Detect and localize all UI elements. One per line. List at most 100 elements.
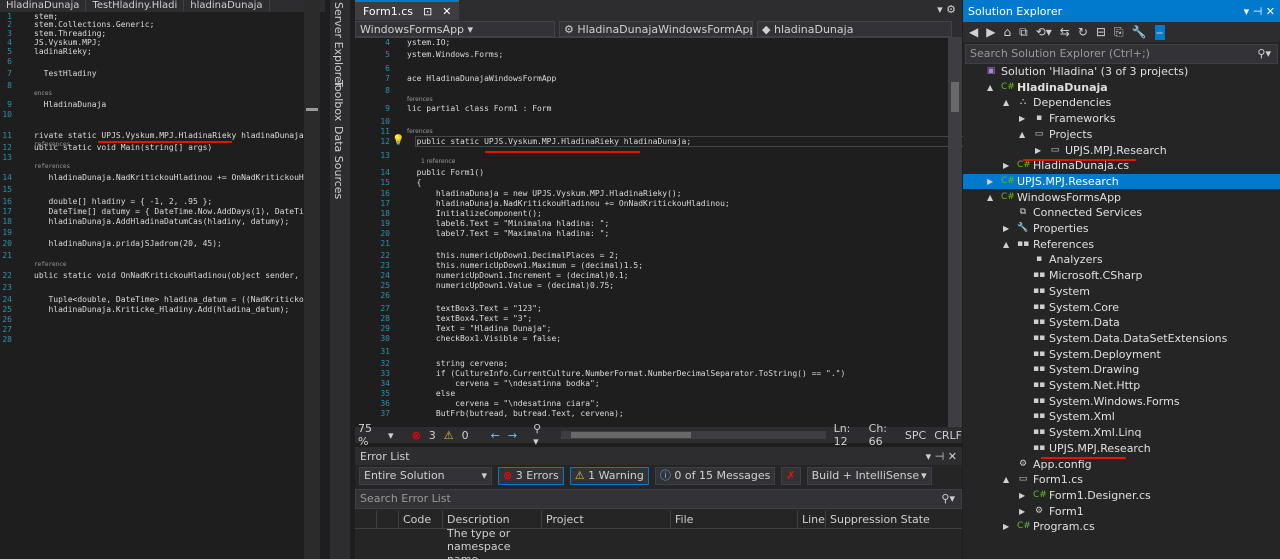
tree-item[interactable]: ▲ C# HladinaDunaja xyxy=(963,80,1280,95)
warnings-filter-button[interactable]: ⚠ 1 Warning xyxy=(569,467,649,485)
code-line[interactable]: double[] hladiny = { -1, 2, .95 }; xyxy=(34,197,212,206)
codelens-reference[interactable]: ferences xyxy=(407,96,433,103)
tree-item[interactable]: ▶ ▪ Frameworks xyxy=(963,111,1280,126)
left-nav-class[interactable]: TestHladiny.Hladi xyxy=(86,0,185,12)
collapse-all-icon[interactable]: ⊟ xyxy=(1096,25,1106,39)
tree-item[interactable]: ▪▪ System.Data.DataSetExtensions xyxy=(963,331,1280,346)
solution-explorer-search[interactable]: Search Solution Explorer (Ctrl+;) ⚲▾ xyxy=(965,44,1278,64)
tree-item[interactable]: ▲ ▪▪ References xyxy=(963,237,1280,252)
zoom-level[interactable]: 75 % xyxy=(358,422,380,448)
code-line[interactable]: 15 { xyxy=(355,178,945,189)
preview-icon[interactable]: ⎯ xyxy=(1154,24,1165,40)
left-nav-project[interactable]: HladinaDunaja xyxy=(0,0,87,12)
error-count-icon[interactable]: ⊗ xyxy=(412,429,421,442)
warning-count-icon[interactable]: ⚠ xyxy=(444,429,454,442)
tree-item[interactable]: ▪▪ Microsoft.CSharp xyxy=(963,268,1280,283)
code-line[interactable]: hladinaDunaja.Kriticke_Hladiny.Add(hladi… xyxy=(34,305,289,314)
editor-vertical-scrollbar[interactable] xyxy=(948,38,962,427)
expand-arrow-icon[interactable]: ▲ xyxy=(1003,95,1013,110)
panel-controls-icon[interactable]: ▾ ⊣ ✕ xyxy=(926,450,957,463)
code-line[interactable]: JS.Vyskum.MPJ; xyxy=(34,38,101,47)
codelens-reference[interactable]: ences xyxy=(34,90,52,97)
code-line[interactable]: 26 xyxy=(355,291,945,302)
code-line[interactable]: 8 xyxy=(355,86,945,97)
code-line[interactable]: stem.Collections.Generic; xyxy=(34,20,154,29)
col-line[interactable]: Line xyxy=(798,511,826,528)
back-icon[interactable]: ◀ xyxy=(969,25,978,39)
tree-item[interactable]: ▪▪ System.Deployment xyxy=(963,347,1280,362)
nav-back-icon[interactable]: ← xyxy=(491,429,500,442)
code-line[interactable]: TestHladiny xyxy=(34,69,97,78)
col-description[interactable]: Description xyxy=(443,511,542,528)
expand-arrow-icon[interactable]: ▶ xyxy=(1019,111,1029,126)
code-line[interactable]: ublic static void OnNadKritickouHladinou… xyxy=(34,271,318,280)
code-line[interactable]: hladinaDunaja.AddHladinaDatumCas(hladiny… xyxy=(34,217,289,226)
code-line[interactable]: 30 checkBox1.Visible = false; xyxy=(355,334,945,345)
left-code-editor[interactable]: HladinaDunaja TestHladiny.Hladi hladinaD… xyxy=(0,0,325,559)
server-explorer-tab[interactable]: Server Explorer xyxy=(332,2,345,87)
sync-icon[interactable]: ⇆ xyxy=(1060,25,1070,39)
tree-item[interactable]: ▶ C# Form1.Designer.cs xyxy=(963,488,1280,503)
tree-item[interactable]: ▪▪ System.Xml.Linq xyxy=(963,425,1280,440)
code-line[interactable]: hladinaDunaja.pridajSJadrom(20, 45); xyxy=(34,239,221,248)
code-line[interactable]: ladinaRieky; xyxy=(34,47,92,56)
tree-item[interactable]: ▪▪ System xyxy=(963,284,1280,299)
tab-overflow-icon[interactable]: ▾ ⚙ xyxy=(931,0,962,20)
codelens-reference[interactable]: 1 reference xyxy=(421,158,455,165)
tree-item[interactable]: ▲ ▭ Projects xyxy=(963,127,1280,142)
code-line[interactable]: HladinaDunaja xyxy=(34,100,107,109)
close-icon[interactable]: ✕ xyxy=(442,2,451,20)
errors-filter-button[interactable]: ⊗ 3 Errors xyxy=(498,467,564,485)
build-source-dropdown[interactable]: Build + IntelliSense ▾ xyxy=(806,467,932,485)
properties-icon[interactable]: 🔧 xyxy=(1132,25,1147,39)
tree-item[interactable]: ▲ ▭ Form1.cs xyxy=(963,472,1280,487)
expand-arrow-icon[interactable]: ▲ xyxy=(1003,472,1013,487)
code-cleanup-icon[interactable]: ⚲ ▾ xyxy=(533,422,546,448)
pending-changes-icon[interactable]: ⟲▾ xyxy=(1036,25,1052,39)
expand-arrow-icon[interactable]: ▲ xyxy=(1003,237,1013,252)
expand-arrow-icon[interactable]: ▶ xyxy=(1003,221,1013,236)
expand-arrow-icon[interactable]: ▶ xyxy=(1003,519,1013,534)
tree-item[interactable]: ▶ ▭ UPJS.MPJ.Research xyxy=(963,143,1280,158)
tree-item[interactable]: ▶ C# UPJS.MPJ.Research xyxy=(963,173,1280,189)
code-line[interactable]: 4 ystem.IO; xyxy=(355,38,945,49)
clear-filter-icon[interactable]: ✗ xyxy=(781,467,801,485)
expand-arrow-icon[interactable]: ▶ xyxy=(1003,158,1013,173)
tree-item[interactable]: ▪▪ System.Data xyxy=(963,315,1280,330)
col-project[interactable]: Project xyxy=(542,511,671,528)
toolbox-tab[interactable]: Toolbox xyxy=(332,80,345,121)
data-sources-tab[interactable]: Data Sources xyxy=(332,126,345,199)
tree-item[interactable]: ⧉ Connected Services xyxy=(963,205,1280,220)
class-dropdown[interactable]: ⚙ HladinaDunajaWindowsFormApp.For ▾ xyxy=(559,21,753,37)
code-line[interactable]: DateTime[] datumy = { DateTime.Now.AddDa… xyxy=(34,207,313,216)
expand-arrow-icon[interactable]: ▲ xyxy=(1019,127,1029,142)
tree-item[interactable]: ▶ 🔧 Properties xyxy=(963,221,1280,236)
nav-forward-icon[interactable]: → xyxy=(508,429,517,442)
tree-item[interactable]: ▪▪ System.Core xyxy=(963,300,1280,315)
code-line[interactable]: 21 xyxy=(355,239,945,250)
project-dropdown[interactable]: WindowsFormsApp ▾ xyxy=(355,21,555,37)
tree-item[interactable]: ▣ Solution 'Hladina' (3 of 3 projects) xyxy=(963,64,1280,79)
error-list-search[interactable]: Search Error List ⚲▾ xyxy=(355,489,962,509)
codelens-reference[interactable]: references xyxy=(34,141,70,148)
expand-arrow-icon[interactable]: ▶ xyxy=(1019,504,1029,519)
panel-controls-icon[interactable]: ▾ ⊣ ✕ xyxy=(1244,5,1275,18)
code-line[interactable]: 31 xyxy=(355,347,945,358)
switch-views-icon[interactable]: ⧉ xyxy=(1019,25,1028,40)
code-line[interactable]: 7 ace HladinaDunajaWindowsFormApp xyxy=(355,74,945,85)
refresh-icon[interactable]: ↻ xyxy=(1078,25,1088,39)
left-nav-member[interactable]: hladinaDunaja xyxy=(184,0,270,12)
code-line[interactable]: 37 ButFrb(butread, butread.Text, cervena… xyxy=(355,409,945,420)
expand-arrow-icon[interactable]: ▲ xyxy=(987,190,997,205)
expand-arrow-icon[interactable]: ▶ xyxy=(1019,488,1029,503)
forward-icon[interactable]: ▶ xyxy=(986,25,995,39)
pin-icon[interactable]: ⊡ xyxy=(423,2,432,20)
code-line[interactable]: stem.Threading; xyxy=(34,29,106,38)
col-suppression[interactable]: Suppression State xyxy=(826,511,946,528)
horizontal-scrollbar[interactable] xyxy=(560,431,826,439)
member-dropdown[interactable]: ◆ hladinaDunaja xyxy=(757,21,952,37)
codelens-reference[interactable]: ferences xyxy=(407,128,433,135)
code-line[interactable]: rivate static UPJS.Vyskum.MPJ.HladinaRie… xyxy=(34,131,313,140)
tree-item[interactable]: ▪ Analyzers xyxy=(963,252,1280,267)
code-line[interactable]: hladinaDunaja.NadKritickouHladinou += On… xyxy=(34,173,318,182)
